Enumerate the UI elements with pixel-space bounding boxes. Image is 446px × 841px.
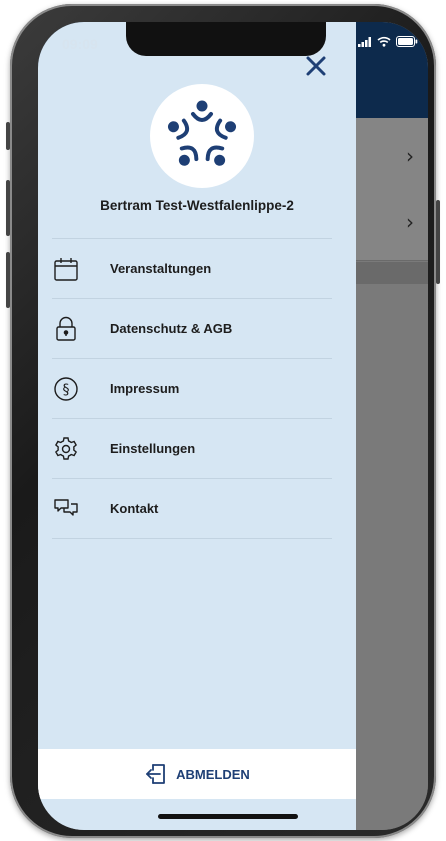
phone-silent-switch xyxy=(6,122,10,150)
chevron-right-icon: › xyxy=(406,144,414,168)
menu-item-impressum[interactable]: § Impressum xyxy=(52,359,332,419)
menu-item-veranstaltungen[interactable]: Veranstaltungen xyxy=(52,239,332,299)
menu-item-einstellungen[interactable]: Einstellungen xyxy=(52,419,332,479)
calendar-icon xyxy=(52,255,80,283)
side-drawer: Bertram Test-Westfalenlippe-2 Veranstalt… xyxy=(38,22,356,830)
menu-item-label: Kontakt xyxy=(110,501,159,516)
logout-button[interactable]: ABMELDEN xyxy=(38,749,356,799)
drawer-menu: Veranstaltungen Datenschutz & AGB § Impr… xyxy=(52,238,332,539)
menu-item-kontakt[interactable]: Kontakt xyxy=(52,479,332,539)
battery-icon xyxy=(396,36,418,47)
close-icon xyxy=(306,56,326,76)
phone-volume-down xyxy=(6,252,10,308)
wifi-icon xyxy=(377,36,391,47)
phone-volume-up xyxy=(6,180,10,236)
phone-power-button xyxy=(436,200,440,284)
people-circle-logo-icon xyxy=(163,100,241,176)
user-name: Bertram Test-Westfalenlippe-2 xyxy=(100,198,294,213)
logout-icon xyxy=(146,764,166,784)
svg-text:§: § xyxy=(63,382,70,398)
lock-icon xyxy=(52,315,80,343)
home-indicator xyxy=(158,814,298,819)
gear-icon xyxy=(52,435,80,463)
menu-item-label: Veranstaltungen xyxy=(110,261,212,276)
status-time: 09:09 xyxy=(62,36,98,52)
menu-item-label: Einstellungen xyxy=(110,441,196,456)
chat-bubbles-icon xyxy=(52,495,80,523)
menu-item-label: Datenschutz & AGB xyxy=(110,321,233,336)
menu-item-label: Impressum xyxy=(110,381,180,396)
cellular-signal-icon xyxy=(358,36,371,47)
organization-logo xyxy=(150,84,254,188)
section-sign-icon: § xyxy=(52,375,80,403)
chevron-right-icon: › xyxy=(406,210,414,234)
logout-label: ABMELDEN xyxy=(176,766,250,782)
phone-notch xyxy=(126,22,326,56)
status-icons xyxy=(358,36,418,47)
menu-item-datenschutz[interactable]: Datenschutz & AGB xyxy=(52,299,332,359)
screen: › › Bertram Test-Westfalenlippe-2 Verans… xyxy=(38,22,428,830)
